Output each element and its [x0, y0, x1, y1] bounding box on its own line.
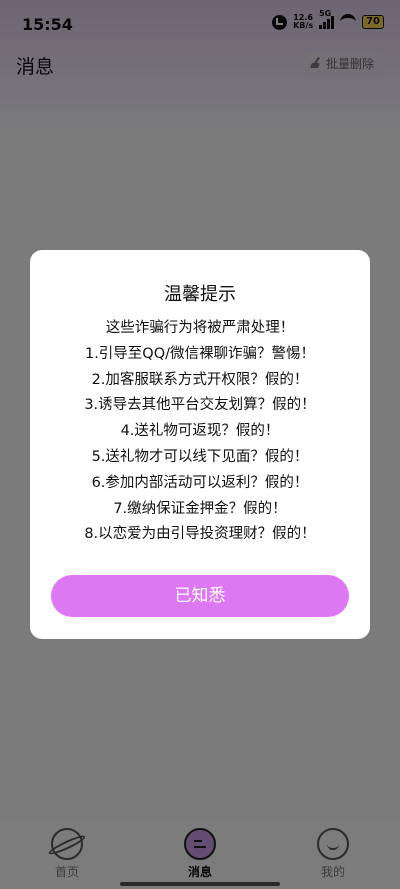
dialog-line: 7.缴纳保证金押金？假的！: [113, 500, 287, 517]
dialog-line: 3.诱导去其他平台交友划算？假的！: [84, 397, 316, 414]
dialog-line: 1.引导至QQ/微信裸聊诈骗？警惕！: [84, 345, 316, 362]
dialog-line: 8.以恋爱为由引导投资理财？假的！: [84, 526, 316, 543]
dialog-line: 5.送礼物才可以线下见面？假的！: [91, 448, 309, 465]
dialog-message: 这些诈骗行为将被严肃处理！ 1.引导至QQ/微信裸聊诈骗？警惕！ 2.加客服联系…: [30, 316, 370, 548]
dialog-title: 温馨提示: [164, 284, 236, 305]
warning-dialog: 温馨提示 这些诈骗行为将被严肃处理！ 1.引导至QQ/微信裸聊诈骗？警惕！ 2.…: [30, 250, 370, 639]
dialog-line: 4.送礼物可返现？假的！: [120, 423, 280, 440]
dialog-line: 2.加客服联系方式开权限？假的！: [91, 371, 309, 388]
dialog-line: 这些诈骗行为将被严肃处理！: [105, 320, 295, 336]
dialog-line: 6.参加内部活动可以返利？假的！: [91, 474, 309, 491]
acknowledge-button[interactable]: 已知悉: [51, 575, 349, 617]
